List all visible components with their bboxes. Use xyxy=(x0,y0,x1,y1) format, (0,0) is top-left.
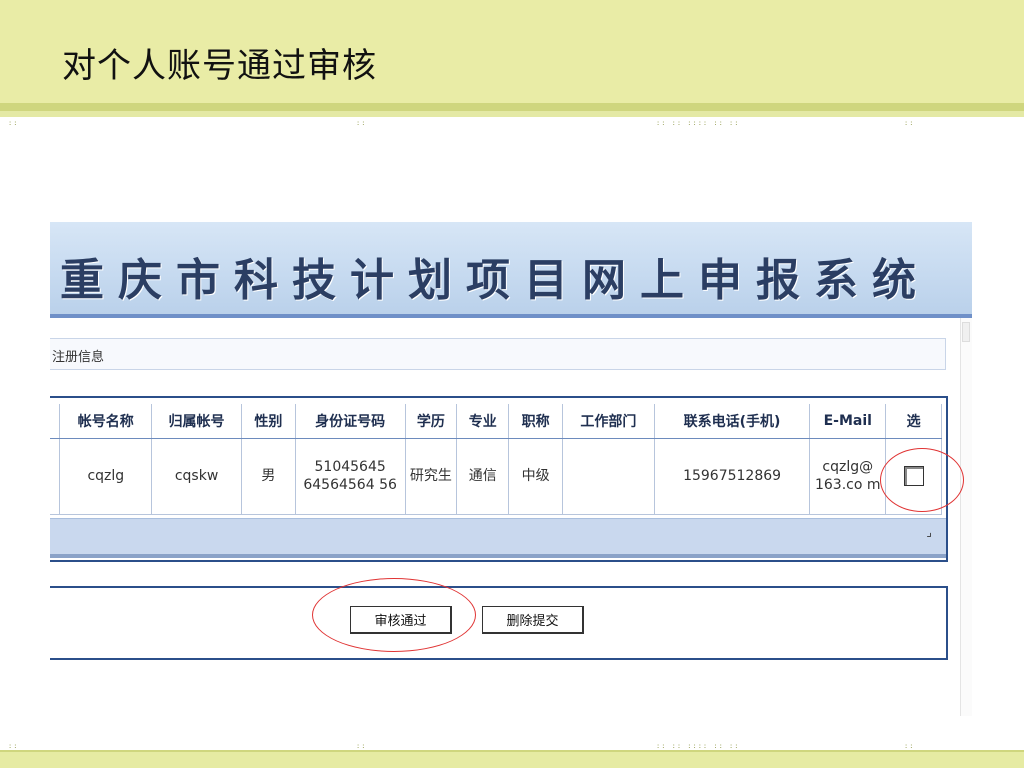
cell-parent-account: cqskw xyxy=(151,438,242,515)
section-label: 注册信息 xyxy=(52,350,105,365)
decor-dots: :: xyxy=(8,119,19,127)
slide-footer xyxy=(0,752,1024,768)
system-title: 重庆市科技计划项目网上申报系统 xyxy=(60,255,930,306)
column-header[interactable]: 选 xyxy=(885,404,942,439)
cell-major: 通信 xyxy=(456,438,510,515)
table-header-row: 帐号名称 归属帐号 性别 身份证号码 学历 专业 职称 工作部门 联系电话(手机… xyxy=(50,404,942,439)
action-panel: 审核通过 删除提交 xyxy=(50,586,948,660)
column-header[interactable]: 学历 xyxy=(405,404,458,439)
resize-handle[interactable]: ⌟ xyxy=(926,525,932,539)
table-row[interactable]: cqzlg cqskw 男 51045645 64564564 56 研究生 通… xyxy=(50,438,942,515)
column-header[interactable]: 工作部门 xyxy=(562,404,655,439)
registration-table: 帐号名称 归属帐号 性别 身份证号码 学历 专业 职称 工作部门 联系电话(手机… xyxy=(50,404,942,515)
decor-dots: :: :: :::: :: :: xyxy=(656,119,740,127)
column-header[interactable]: 专业 xyxy=(456,404,510,439)
header-divider xyxy=(0,103,1024,111)
cell-email: cqzlg@ 163.co m xyxy=(809,438,887,515)
slide-title: 对个人账号通过审核 xyxy=(62,46,377,86)
cell-gender: 男 xyxy=(241,438,296,515)
cell-education: 研究生 xyxy=(405,438,458,515)
system-banner: 重庆市科技计划项目网上申报系统 xyxy=(50,222,972,318)
cell-department xyxy=(562,438,655,515)
delete-submission-button[interactable]: 删除提交 xyxy=(482,606,584,634)
decor-dots: :: xyxy=(8,742,19,750)
table-bottom-rule xyxy=(50,554,946,558)
column-header[interactable]: 性别 xyxy=(241,404,296,439)
approve-button[interactable]: 审核通过 xyxy=(350,606,452,634)
column-header-stub xyxy=(50,404,61,439)
section-header: 注册信息 xyxy=(50,338,946,370)
cell-id-number: 51045645 64564564 56 xyxy=(295,438,406,515)
registration-grid: 帐号名称 归属帐号 性别 身份证号码 学历 专业 职称 工作部门 联系电话(手机… xyxy=(50,396,948,562)
vertical-scrollbar[interactable] xyxy=(960,318,972,716)
decor-dots: :: :: :::: :: :: xyxy=(656,742,740,750)
cell-title: 中级 xyxy=(508,438,564,515)
column-header[interactable]: 身份证号码 xyxy=(295,404,406,439)
decor-dots: :: xyxy=(904,119,915,127)
header-divider-light xyxy=(0,111,1024,117)
checkbox-icon[interactable] xyxy=(903,466,924,486)
scroll-up-icon[interactable] xyxy=(962,322,970,342)
column-header[interactable]: 职称 xyxy=(508,404,564,439)
row-stub xyxy=(50,438,61,515)
cell-account-name: cqzlg xyxy=(59,438,153,515)
column-header[interactable]: 帐号名称 xyxy=(59,404,153,439)
column-header[interactable]: 归属帐号 xyxy=(151,404,242,439)
decor-dots: :: xyxy=(904,742,915,750)
decor-dots: :: xyxy=(356,742,367,750)
column-header[interactable]: E-Mail xyxy=(809,404,887,439)
app-window: 重庆市科技计划项目网上申报系统 注册信息 帐号名称 归属帐号 性别 身份证号码 … xyxy=(50,222,972,716)
table-footer: ⌟ xyxy=(50,518,946,554)
cell-phone: 15967512869 xyxy=(654,438,811,515)
column-header[interactable]: 联系电话(手机) xyxy=(654,404,811,439)
decor-dots: :: xyxy=(356,119,367,127)
cell-select xyxy=(885,438,942,515)
